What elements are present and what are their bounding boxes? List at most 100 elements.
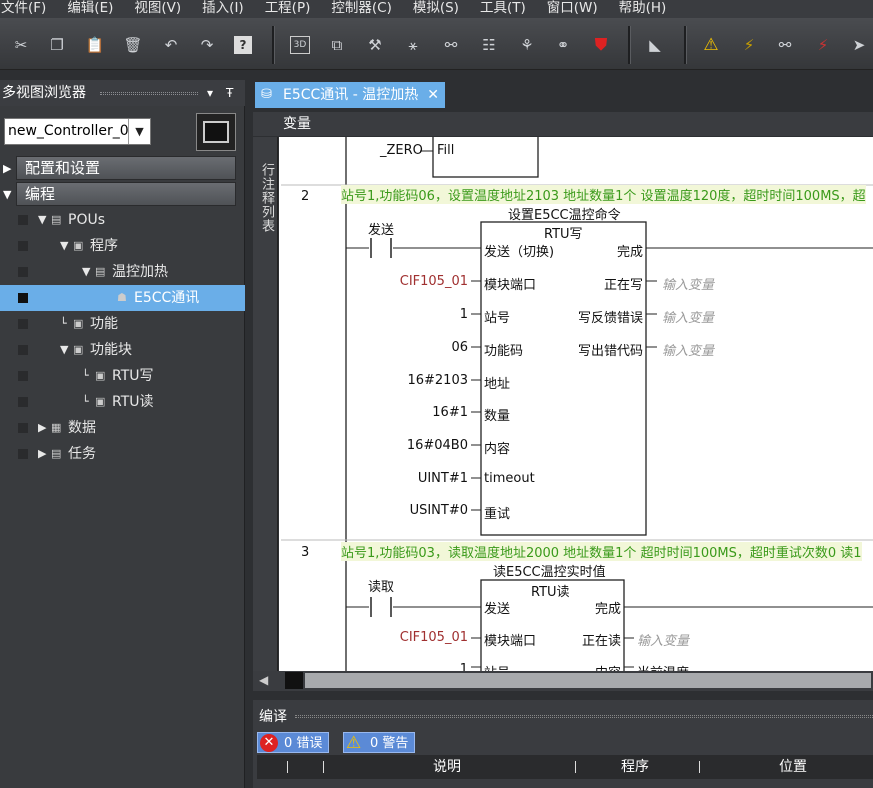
scroll-button[interactable] xyxy=(285,672,303,689)
variables-bar[interactable]: 变量 xyxy=(253,112,873,136)
rung1-input: _ZERO xyxy=(380,143,423,158)
delete-icon[interactable]: 🗑 xyxy=(122,34,144,56)
menu-item[interactable]: 编辑(E) xyxy=(67,0,113,18)
ladder-editor[interactable]: _ZERO Fill 2 站号1,功能码06，设置温度地址2103 地址数量1个 设置… xyxy=(279,137,873,671)
error-icon[interactable]: ⛊ xyxy=(590,34,612,56)
online-icon[interactable]: ◣ xyxy=(644,34,666,56)
section-program[interactable]: 编程 xyxy=(16,182,236,206)
undo-icon[interactable]: ↶ xyxy=(160,34,182,56)
tree-item-label: E5CC通讯 xyxy=(134,290,200,306)
tree-node-icon: ▤ xyxy=(95,265,106,278)
column-location[interactable]: 位置 xyxy=(779,755,807,779)
rung2-pin-5: 数量 xyxy=(484,409,511,424)
comment-list-tab[interactable]: 行注释列表 xyxy=(253,137,278,690)
binoculars-icon[interactable]: ⚭ xyxy=(552,34,574,56)
menu-item[interactable]: 插入(I) xyxy=(202,0,244,18)
menu-item[interactable]: 模拟(S) xyxy=(413,0,459,18)
glasses-icon[interactable]: ⚯ xyxy=(440,34,462,56)
controller-icon[interactable] xyxy=(196,113,236,151)
tree-node-icon: ▣ xyxy=(95,369,106,382)
expand-icon[interactable]: ▶ xyxy=(3,162,11,175)
force-icon[interactable]: ⚡ xyxy=(812,34,834,56)
rung2-number: 2 xyxy=(301,189,310,204)
collapse-icon[interactable]: ▼ xyxy=(3,188,11,201)
tree-item[interactable]: ▼ ▣ 程序 xyxy=(0,233,245,259)
warning-icon[interactable]: ⚠ xyxy=(700,34,722,56)
menu-item[interactable]: 帮助(H) xyxy=(619,0,667,18)
help-icon[interactable]: ? xyxy=(234,36,252,54)
tree-item[interactable]: ▼ ▣ 功能块 xyxy=(0,337,245,363)
section-program-label: 编程 xyxy=(25,185,56,203)
rung2-arg-2: 1 xyxy=(459,307,468,322)
tree-arrow-icon[interactable]: ▶ xyxy=(38,441,46,467)
tree-item-label: 程序 xyxy=(90,238,118,254)
monitor-icon[interactable]: ⚯ xyxy=(774,34,796,56)
tree-node-icon: ▣ xyxy=(73,239,84,252)
rung3-out-pin-1: 正在读 xyxy=(581,634,621,649)
tree-marker xyxy=(18,371,28,381)
tree-arrow-icon[interactable]: └ xyxy=(82,389,89,415)
transfer-icon[interactable]: ➤ xyxy=(848,34,870,56)
rebuild-icon[interactable]: ⚹ xyxy=(402,34,424,56)
paste-icon[interactable]: 📋 xyxy=(84,34,106,56)
tree-item[interactable]: ▼ ▤ POUs xyxy=(0,207,245,233)
tree-item[interactable]: ▶ ▤ 任务 xyxy=(0,441,245,467)
tree-node-icon: ▣ xyxy=(73,343,84,356)
tree-arrow-icon[interactable]: ▼ xyxy=(82,259,90,285)
tree-arrow-icon[interactable]: └ xyxy=(82,363,89,389)
network-icon[interactable]: ⚘ xyxy=(516,34,538,56)
controller-select[interactable]: new_Controller_0 ▼ xyxy=(4,118,151,145)
tree-arrow-icon[interactable]: ▶ xyxy=(38,415,46,441)
menu-item[interactable]: 工程(P) xyxy=(265,0,311,18)
tree-item[interactable]: ☗ E5CC通讯 xyxy=(0,285,245,311)
menu-item[interactable]: 工具(T) xyxy=(480,0,526,18)
menu-item[interactable]: 文件(F) xyxy=(1,0,46,18)
tree-item-label: POUs xyxy=(68,212,106,228)
chevron-down-icon[interactable]: ▼ xyxy=(128,119,150,144)
panel-title: 多视图浏览器 ▾ Ŧ xyxy=(0,80,245,106)
cross-reference-icon[interactable]: ⧉ xyxy=(326,34,348,56)
pin-icon[interactable]: ▾ xyxy=(207,80,213,106)
scroll-left-icon[interactable]: ◀ xyxy=(259,673,268,687)
tree-item[interactable]: └ ▣ RTU读 xyxy=(0,389,245,415)
tree-item[interactable]: └ ▣ 功能 xyxy=(0,311,245,337)
tree-arrow-icon[interactable]: └ xyxy=(60,311,67,337)
menu-bar: 文件(F) 编辑(E) 视图(V) 插入(I) 工程(P) 控制器(C) 模拟(S) 工具(T… xyxy=(0,0,873,18)
column-description[interactable]: 说明 xyxy=(433,755,461,779)
tree-item-label: 功能块 xyxy=(90,342,132,358)
scroll-thumb[interactable] xyxy=(305,673,871,688)
column-program[interactable]: 程序 xyxy=(621,755,649,779)
tree-arrow-icon[interactable]: ▼ xyxy=(60,337,68,363)
errors-filter-button[interactable]: ✕ 0 错误 xyxy=(257,732,330,753)
tree-arrow-icon[interactable]: ▼ xyxy=(38,207,46,233)
rung2-arg-5: 16#1 xyxy=(432,405,468,420)
cut-icon[interactable]: ✂ xyxy=(10,34,32,56)
rung3-arg-2: 1 xyxy=(459,662,468,671)
build-icon[interactable]: ⚒ xyxy=(364,34,386,56)
rung2-block-name: RTU写 xyxy=(544,227,583,242)
warnings-filter-button[interactable]: ⚠ 0 警告 xyxy=(343,732,416,753)
tab-e5cc[interactable]: ⛁ E5CC通讯 - 温控加热 ✕ xyxy=(255,82,445,108)
3d-icon[interactable]: 3D xyxy=(290,36,310,54)
dock-icon[interactable]: Ŧ xyxy=(226,80,233,106)
controller-select-value: new_Controller_0 xyxy=(8,123,129,139)
close-icon[interactable]: ✕ xyxy=(427,82,439,108)
redo-icon[interactable]: ↷ xyxy=(196,34,218,56)
menu-item[interactable]: 窗口(W) xyxy=(547,0,598,18)
horizontal-scrollbar[interactable]: ◀ xyxy=(253,671,873,691)
tree-item[interactable]: ▼ ▤ 温控加热 xyxy=(0,259,245,285)
rung2-out-arg-3: 输入变量 xyxy=(662,344,715,359)
rung2-pin-6: 内容 xyxy=(484,442,511,457)
program-check-icon[interactable]: ☷ xyxy=(478,34,500,56)
section-config[interactable]: 配置和设置 xyxy=(16,156,236,180)
tree-marker xyxy=(18,319,28,329)
tree-item[interactable]: ▶ ▦ 数据 xyxy=(0,415,245,441)
copy-icon[interactable]: ❐ xyxy=(46,34,68,56)
reset-icon[interactable]: ⚡ xyxy=(738,34,760,56)
tree-arrow-icon[interactable]: ▼ xyxy=(60,233,68,259)
menu-item[interactable]: 控制器(C) xyxy=(331,0,391,18)
rung3-number: 3 xyxy=(301,545,310,560)
menu-item[interactable]: 视图(V) xyxy=(134,0,181,18)
tree-item[interactable]: └ ▣ RTU写 xyxy=(0,363,245,389)
tree-marker xyxy=(18,397,28,407)
